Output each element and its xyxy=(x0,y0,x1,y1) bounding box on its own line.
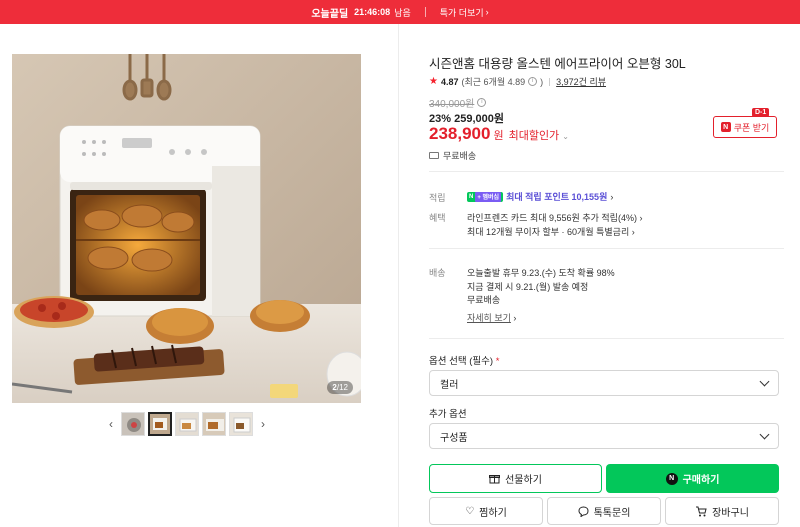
membership-badge: + 멤버십 xyxy=(475,191,502,202)
cart-label: 장바구니 xyxy=(712,507,749,519)
section-divider xyxy=(429,171,784,172)
thumbnail-4-image xyxy=(203,413,225,435)
naver-logo-icon: N xyxy=(720,122,731,132)
coupon-label: 쿠폰 받기 xyxy=(733,122,770,133)
max-point-text: 최대 적립 포인트 10,155원 xyxy=(506,192,608,202)
gift-icon xyxy=(489,475,501,484)
wish-label: 찜하기 xyxy=(479,507,507,519)
installment-benefit[interactable]: 최대 12개월 무이자 할부 · 60개월 특별금리 › xyxy=(467,225,635,238)
installment-benefit-text: 최대 12개월 무이자 할부 · 60개월 특별금리 xyxy=(467,227,630,237)
deal-banner: 오늘끝딜 21:46:08 남음 특가 더보기 › xyxy=(0,0,800,24)
naver-pay-icon: N xyxy=(665,472,678,485)
chevron-down-icon: ⌄ xyxy=(562,132,569,141)
more-deals-label: 특가 더보기 xyxy=(439,7,484,18)
chevron-right-icon[interactable]: › xyxy=(256,412,270,436)
delivery-detail-label: 자세히 보기 xyxy=(467,313,511,323)
thumbnail-3[interactable] xyxy=(175,412,199,436)
free-shipping-label: 무료배송 xyxy=(443,151,477,161)
color-option-select[interactable]: 컬러 xyxy=(429,370,779,396)
air-fryer-photo xyxy=(12,54,361,403)
thumbnail-2-image xyxy=(150,414,170,434)
buy-label: 구매하기 xyxy=(682,475,720,486)
required-mark: * xyxy=(495,356,500,367)
deal-brand: 오늘끝딜 xyxy=(311,8,349,20)
required-option-text: 옵션 선택 (필수) xyxy=(429,356,494,367)
thumbnail-5-image xyxy=(230,413,252,435)
chevron-right-icon: › xyxy=(610,191,614,202)
more-deals-link[interactable]: 특가 더보기 › xyxy=(440,6,489,19)
card-benefit[interactable]: 라인프렌즈 카드 최대 9,556원 추가 적립(4%) › xyxy=(467,211,642,224)
heart-icon: ♡ xyxy=(465,505,475,517)
image-counter: 2/12 xyxy=(327,381,353,394)
shipping-row: 무료배송 xyxy=(429,149,476,162)
talk-inquiry-button[interactable]: 톡톡문의 xyxy=(547,497,661,525)
benefit-label: 혜택 xyxy=(429,213,446,223)
naver-badge-n: N xyxy=(469,193,474,200)
chevron-right-icon: › xyxy=(639,213,643,223)
point-row[interactable]: N + 멤버십 최대 적립 포인트 10,155원 › xyxy=(467,190,613,203)
image-counter-total: /12 xyxy=(336,383,348,392)
review-count-link[interactable]: 3,972건 리뷰 xyxy=(556,75,606,88)
best-price: 238,900 xyxy=(429,124,491,143)
thumbnail-4[interactable] xyxy=(202,412,226,436)
best-price-currency: 원 xyxy=(493,130,504,142)
delivery-label: 배송 xyxy=(429,268,446,278)
best-price-row[interactable]: 238,900 원 최대할인가 ⌄ xyxy=(429,124,569,144)
rating-close-paren: ) xyxy=(540,76,544,87)
extra-option-select[interactable]: 구성품 xyxy=(429,423,779,449)
point-label: 적립 xyxy=(429,193,446,203)
original-price: 340,000원 i xyxy=(429,95,487,110)
chevron-down-icon xyxy=(759,429,770,439)
extra-option-value: 구성품 xyxy=(440,432,468,444)
main-product-image[interactable]: 2/12 xyxy=(12,54,361,403)
delivery-fee: 무료배송 xyxy=(467,295,501,305)
rating-divider xyxy=(549,77,551,86)
extra-option-label: 추가 옵션 xyxy=(429,409,467,420)
gift-label: 선물하기 xyxy=(505,475,542,486)
rating-row: ★ 4.87 (최근 6개월 4.89 i) 3,972건 리뷰 xyxy=(429,75,606,88)
column-divider xyxy=(398,24,399,527)
coupon-dday-badge: D-1 xyxy=(752,108,770,117)
wish-button[interactable]: ♡ 찜하기 xyxy=(429,497,543,525)
chevron-right-icon: › xyxy=(631,227,635,237)
buy-button[interactable]: N 구매하기 xyxy=(606,464,779,493)
thumbnail-5[interactable] xyxy=(229,412,253,436)
rating-recent: (최근 6개월 4.89 xyxy=(461,77,526,87)
deal-timer-suffix: 남음 xyxy=(394,7,411,18)
card-benefit-text: 라인프렌즈 카드 최대 9,556원 추가 적립(4%) xyxy=(467,213,637,223)
truck-icon xyxy=(429,152,439,159)
talk-label: 톡톡문의 xyxy=(593,507,631,519)
thumbnail-2[interactable] xyxy=(148,412,172,436)
banner-divider xyxy=(424,7,426,17)
section-divider xyxy=(429,248,784,249)
best-price-label: 최대할인가 xyxy=(508,130,560,142)
gift-button[interactable]: 선물하기 xyxy=(429,464,602,493)
thumbnail-1[interactable] xyxy=(121,412,145,436)
delivery-eta: 오늘출발 휴무 9.23.(수) 도착 확률 98% xyxy=(467,268,615,278)
section-divider xyxy=(429,338,784,339)
cart-button[interactable]: 장바구니 xyxy=(665,497,779,525)
chevron-left-icon[interactable]: ‹ xyxy=(104,412,118,436)
chevron-down-icon xyxy=(759,376,770,386)
rating-score: 4.87 xyxy=(440,76,459,87)
star-icon: ★ xyxy=(429,76,438,87)
info-icon[interactable]: i xyxy=(528,77,538,86)
cart-icon xyxy=(696,506,707,516)
chevron-right-icon: › xyxy=(485,7,489,17)
price-info-icon[interactable]: i xyxy=(477,98,487,107)
naver-membership-badge: N + 멤버십 xyxy=(467,191,504,202)
delivery-dispatch: 지금 결제 시 9.21.(월) 발송 예정 xyxy=(467,282,589,292)
chevron-right-icon: › xyxy=(513,313,517,323)
thumbnail-3-image xyxy=(176,413,198,435)
deal-timer: 21:46:08 xyxy=(354,7,391,17)
coupon-button[interactable]: D-1 N 쿠폰 받기 xyxy=(713,108,777,138)
thumbnail-strip: ‹ › xyxy=(104,412,270,436)
color-option-value: 컬러 xyxy=(440,379,459,391)
chat-bubble-icon xyxy=(578,505,589,517)
required-option-label: 옵션 선택 (필수) * xyxy=(429,353,499,367)
product-title: 시즌앤홈 대용량 올스텐 에어프라이어 오븐형 30L xyxy=(429,57,686,71)
original-price-value: 340,000원 xyxy=(429,99,475,110)
thumbnail-1-image xyxy=(122,413,144,435)
delivery-detail-link[interactable]: 자세히 보기 › xyxy=(467,311,516,324)
